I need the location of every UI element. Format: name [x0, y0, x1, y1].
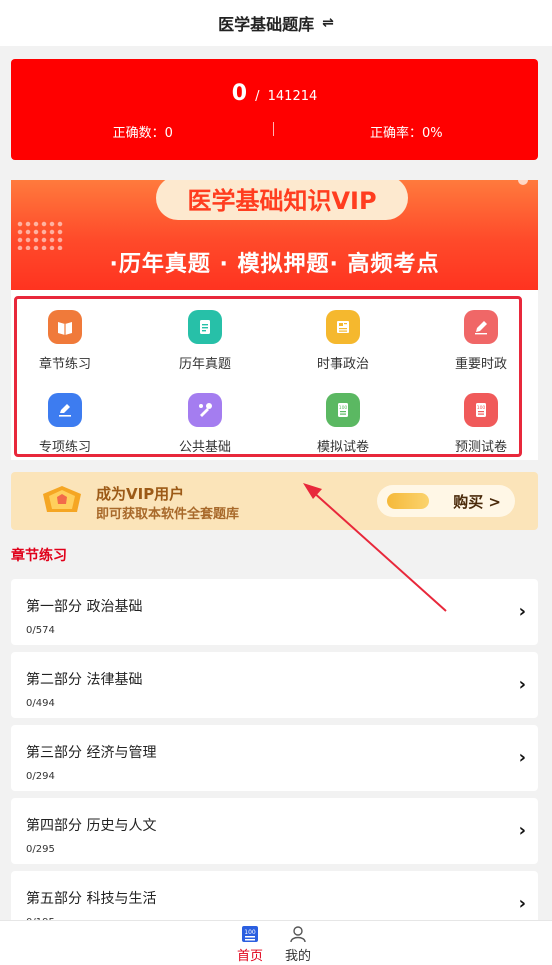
tools-icon: [188, 393, 222, 427]
total-questions: 141214: [267, 89, 318, 104]
vip-upgrade-bar[interactable]: 成为VIP用户 即可获取本软件全套题库 购买 >: [11, 472, 538, 530]
svg-text:100: 100: [244, 929, 256, 936]
newspaper-icon: [326, 310, 360, 344]
grid-item-label: 模拟试卷: [316, 440, 369, 455]
grid-item-7[interactable]: 100 模拟试卷: [293, 393, 393, 463]
chevron-right-icon: ›: [518, 747, 526, 768]
section-title: 章节练习: [11, 548, 67, 564]
vip-subtitle: 即可获取本软件全套题库: [96, 507, 240, 522]
book-icon: [48, 310, 82, 344]
grid-item-5[interactable]: 专项练习: [15, 393, 115, 463]
crown-icon: [43, 486, 81, 512]
document-icon: [188, 310, 222, 344]
tab-profile-label: 我的: [284, 949, 311, 964]
buy-button[interactable]: 购买 >: [377, 485, 515, 517]
chapter-name: 第一部分 政治基础: [26, 599, 143, 615]
score-paper-icon: 100: [464, 393, 498, 427]
grid-item-label: 预测试卷: [454, 440, 507, 455]
pen-icon: [464, 310, 498, 344]
chapter-name: 第二部分 法律基础: [26, 672, 143, 688]
progress-summary: 0 / 141214: [11, 81, 538, 106]
chapter-name: 第五部分 科技与生活: [26, 891, 157, 907]
svg-text:100: 100: [477, 405, 486, 411]
grid-item-6[interactable]: 公共基础: [155, 393, 255, 463]
chevron-right-icon: ›: [518, 820, 526, 841]
chapter-progress: 0/494: [26, 698, 55, 709]
tab-home-label: 首页: [236, 949, 263, 964]
accuracy-rate: 正确率：0%: [369, 126, 443, 141]
switch-bank-icon[interactable]: ⇌: [322, 15, 334, 31]
stats-divider: [273, 122, 274, 136]
correct-count: 正确数：0: [112, 126, 173, 141]
grid-item-4[interactable]: 重要时政: [431, 310, 531, 380]
chevron-right-icon: ›: [518, 893, 526, 914]
exam-paper-icon: 100: [326, 393, 360, 427]
edit-icon: [48, 393, 82, 427]
vip-title: 成为VIP用户: [96, 485, 185, 503]
bottom-tab-bar: 100 首页 我的: [0, 920, 552, 965]
chapter-row[interactable]: 第二部分 法律基础 0/494 ›: [11, 652, 538, 718]
grid-item-1[interactable]: 章节练习: [15, 310, 115, 380]
chapter-row[interactable]: 第三部分 经济与管理 0/294 ›: [11, 725, 538, 791]
chapter-progress: 0/294: [26, 771, 55, 782]
home-icon: 100: [242, 926, 258, 942]
progress-separator: /: [255, 89, 260, 104]
grid-item-label: 时事政治: [316, 357, 369, 372]
svg-text:100: 100: [339, 405, 348, 411]
banner-indicator: [518, 180, 528, 185]
vip-promo-banner[interactable]: 医学基础知识VIP ·历年真题 · 模拟押题· 高频考点: [11, 180, 538, 290]
chapter-row[interactable]: 第四部分 历史与人文 0/295 ›: [11, 798, 538, 864]
chevron-right-icon: ›: [518, 674, 526, 695]
banner-headline: 医学基础知识VIP: [156, 180, 408, 220]
grid-item-label: 公共基础: [178, 440, 231, 455]
grid-item-label: 历年真题: [178, 357, 231, 372]
grid-item-3[interactable]: 时事政治: [293, 310, 393, 380]
grid-item-label: 重要时政: [454, 357, 507, 372]
chapter-row[interactable]: 第一部分 政治基础 0/574 ›: [11, 579, 538, 645]
app-title: 医学基础题库: [218, 15, 315, 34]
buy-label: 购买 >: [453, 492, 501, 511]
chapter-name: 第三部分 经济与管理: [26, 745, 157, 761]
top-bar: 医学基础题库 ⇌: [0, 0, 552, 46]
grid-item-8[interactable]: 100 预测试卷: [431, 393, 531, 463]
grid-item-label: 专项练习: [38, 440, 91, 455]
user-icon: [290, 926, 306, 943]
tab-home[interactable]: 100 首页: [230, 925, 270, 964]
answered-count: 0: [231, 81, 248, 106]
score-card: 0 / 141214 正确数：0 正确率：0%: [11, 59, 538, 160]
tab-profile[interactable]: 我的: [278, 925, 318, 964]
chapter-progress: 0/295: [26, 844, 55, 855]
grid-item-2[interactable]: 历年真题: [155, 310, 255, 380]
chevron-right-icon: ›: [518, 601, 526, 622]
chapter-name: 第四部分 历史与人文: [26, 818, 157, 834]
banner-tagline: ·历年真题 · 模拟押题· 高频考点: [109, 252, 440, 277]
coin-icon: [387, 493, 429, 509]
grid-item-label: 章节练习: [38, 357, 91, 372]
chapter-progress: 0/574: [26, 625, 55, 636]
